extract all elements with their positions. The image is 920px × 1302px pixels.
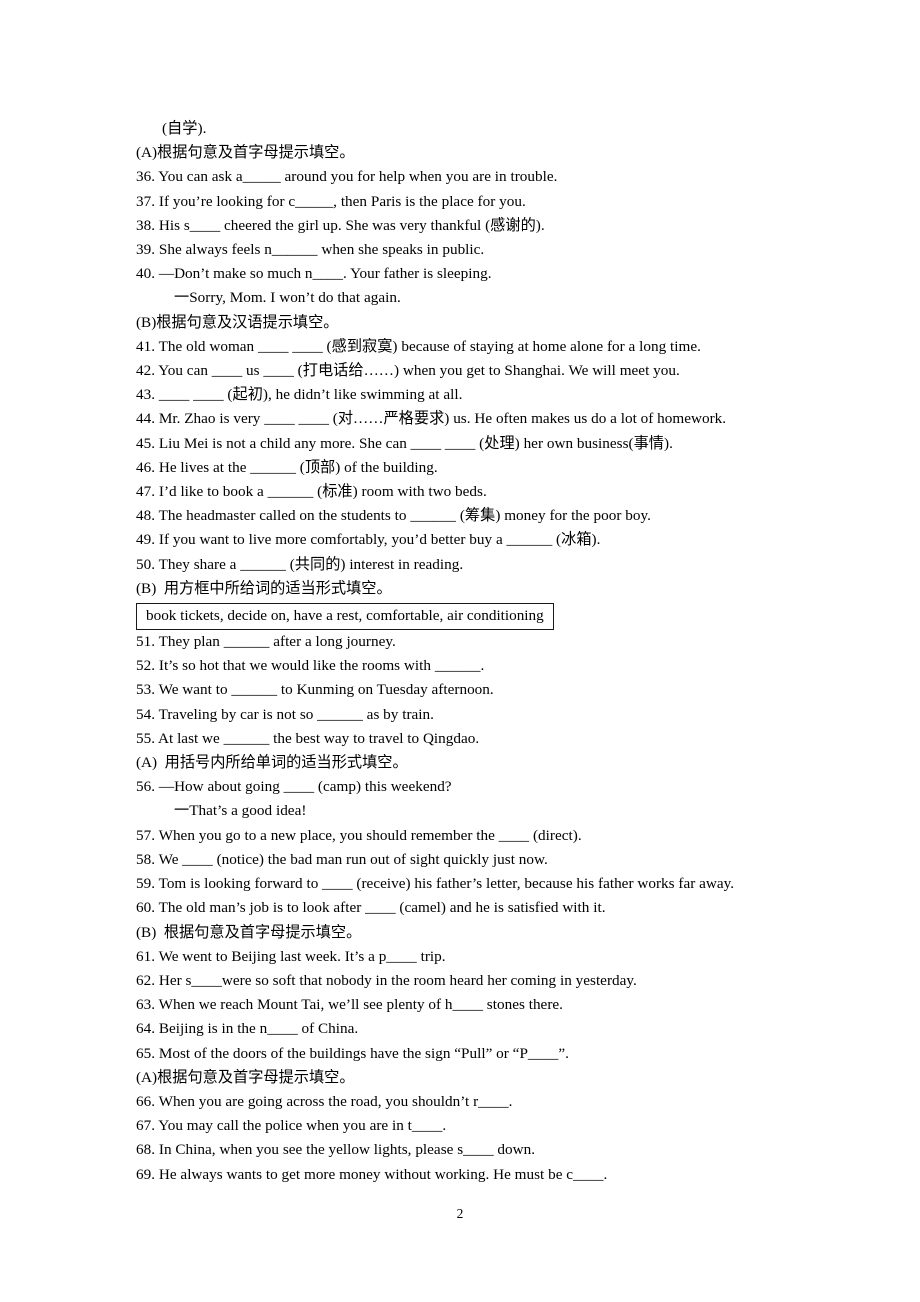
exercise-item: 51. They plan ______ after a long journe… [136,633,396,651]
word-bank-box: book tickets, decide on, have a rest, co… [136,603,554,631]
section-heading: (B) 用方框中所给词的适当形式填空。 [136,579,392,597]
worksheet-page: (自学). (A)根据句意及首字母提示填空。 36. You can ask a__… [0,0,920,1302]
exercise-item: 58. We ____ (notice) the bad man run out… [136,850,548,868]
exercise-item: 59. Tom is looking forward to ____ (rece… [136,875,735,893]
section-heading: (A) 用括号内所给单词的适当形式填空。 [136,754,408,772]
exercise-item: 39. She always feels n______ when she sp… [136,241,485,259]
exercise-item: 48. The headmaster called on the student… [136,507,651,525]
exercise-item: 62. Her s____were so soft that nobody in… [136,971,637,989]
exercise-item: 60. The old man’s job is to look after _… [136,899,606,917]
exercise-item: 63. When we reach Mount Tai, we’ll see p… [136,996,563,1014]
exercise-item: 67. You may call the police when you are… [136,1117,447,1135]
exercise-item: 41. The old woman ____ ____ (感到寂寞) becau… [136,337,701,355]
exercise-item: 45. Liu Mei is not a child any more. She… [136,434,673,452]
exercise-item: 36. You can ask a_____ around you for he… [136,168,558,186]
word-bank: book tickets, decide on, have a rest, co… [136,601,836,631]
exercise-item: 65. Most of the doors of the buildings h… [136,1044,569,1062]
exercise-item: 40. —Don’t make so much n____. Your fath… [136,265,492,283]
exercise-item: 68. In China, when you see the yellow li… [136,1141,536,1159]
section-heading: (A)根据句意及首字母提示填空。 [136,144,355,162]
exercise-item: 50. They share a ______ (共同的) interest i… [136,555,464,573]
exercise-item: (自学). [162,120,207,137]
section-heading: (B)根据句意及汉语提示填空。 [136,313,339,331]
exercise-item: 56. —How about going ____ (camp) this we… [136,778,452,796]
exercise-item: 38. His s____ cheered the girl up. She w… [136,216,545,234]
exercise-item: 52. It’s so hot that we would like the r… [136,657,485,675]
exercise-item: 43. ____ ____ (起初), he didn’t like swimm… [136,386,463,404]
exercise-item: 55. At last we ______ the best way to tr… [136,729,480,747]
exercise-item: 54. Traveling by car is not so ______ as… [136,705,434,723]
exercise-item: 44. Mr. Zhao is very ____ ____ (对……严格要求)… [136,410,727,428]
exercise-item: 一That’s a good idea! [174,802,307,820]
page-number: 2 [456,1206,464,1221]
section-heading: (B) 根据句意及首字母提示填空。 [136,923,362,941]
exercise-item: 一Sorry, Mom. I won’t do that again. [174,289,401,307]
exercise-item: 61. We went to Beijing last week. It’s a… [136,947,446,965]
exercise-item: 37. If you’re looking for c_____, then P… [136,192,526,210]
exercise-item: 57. When you go to a new place, you shou… [136,826,582,844]
exercise-item: 53. We want to ______ to Kunming on Tues… [136,681,494,699]
exercise-content: (自学). (A)根据句意及首字母提示填空。 36. You can ask a__… [136,117,836,1187]
exercise-item: 66. When you are going across the road, … [136,1092,513,1110]
exercise-item: 64. Beijing is in the n____ of China. [136,1020,359,1038]
exercise-item: 49. If you want to live more comfortably… [136,531,601,549]
exercise-item: 69. He always wants to get more money wi… [136,1165,608,1183]
exercise-item: 42. You can ____ us ____ (打电话给……) when y… [136,362,680,380]
exercise-item: 46. He lives at the ______ (顶部) of the b… [136,458,438,476]
exercise-item: 47. I’d like to book a ______ (标准) room … [136,483,487,501]
section-heading: (A)根据句意及首字母提示填空。 [136,1068,355,1086]
